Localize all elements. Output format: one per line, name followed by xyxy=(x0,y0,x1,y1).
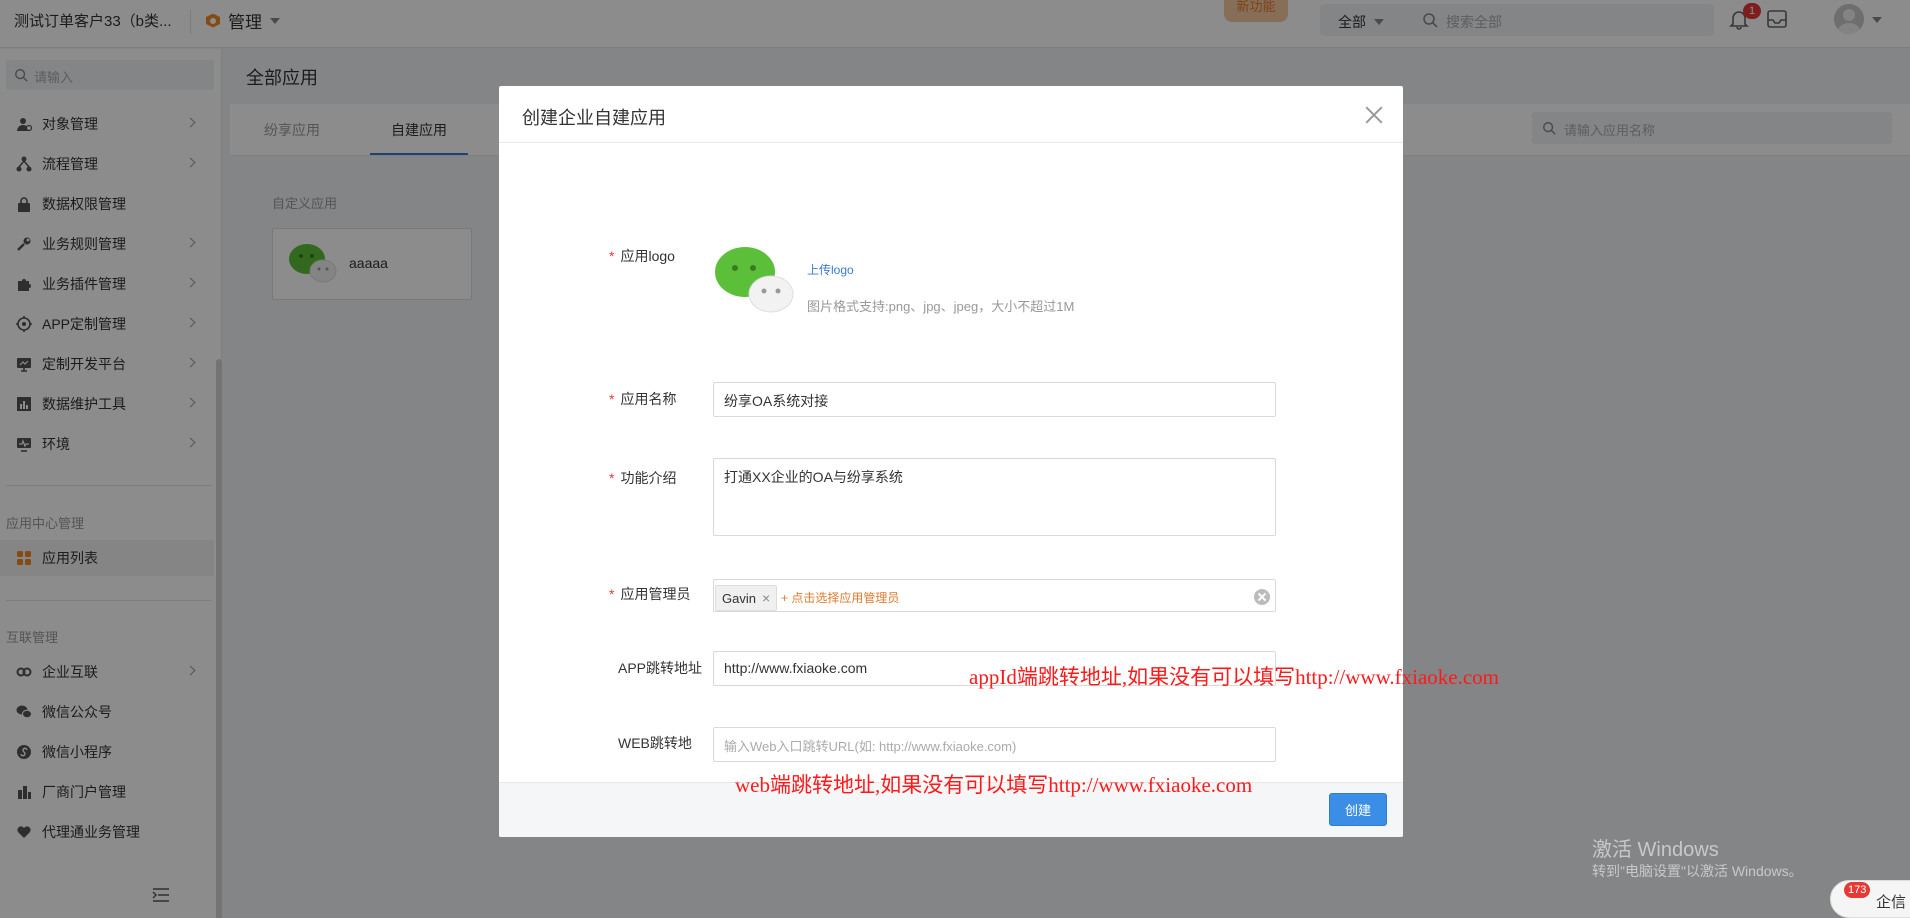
chat-unread-badge: 173 xyxy=(1844,882,1871,898)
app-url-label: APP跳转地址 xyxy=(618,660,703,676)
description-textarea[interactable]: 打通XX企业的OA与纷享系统 xyxy=(713,458,1276,536)
web-url-input[interactable]: 输入Web入口跳转URL(如: http://www.fxiaoke.com) xyxy=(713,727,1276,762)
upload-logo-link[interactable]: 上传logo xyxy=(807,261,854,278)
logo-format-hint: 图片格式支持:png、jpg、jpeg，大小不超过1M xyxy=(807,299,1075,314)
create-button[interactable]: 创建 xyxy=(1329,793,1387,826)
required-mark: * xyxy=(609,586,615,602)
close-icon[interactable] xyxy=(1363,104,1385,126)
web-url-label: WEB跳转地 xyxy=(618,735,692,751)
windows-watermark-subtitle: 转到"电脑设置"以激活 Windows。 xyxy=(1592,863,1803,879)
tag-remove-icon[interactable]: × xyxy=(762,590,770,606)
description-label: * 功能介绍 xyxy=(609,468,676,488)
logo-label: * 应用logo xyxy=(609,246,675,266)
required-mark: * xyxy=(609,470,615,486)
admin-tag: Gavin × xyxy=(715,585,778,611)
admin-label-text: 应用管理员 xyxy=(620,586,691,602)
logo-label-text: 应用logo xyxy=(620,248,675,264)
app-name-label: * 应用名称 xyxy=(609,389,676,409)
required-mark: * xyxy=(609,248,615,264)
modal-title: 创建企业自建应用 xyxy=(522,108,666,128)
clear-icon[interactable] xyxy=(1254,589,1270,605)
windows-watermark-title: 激活 Windows xyxy=(1592,839,1719,861)
admin-label: * 应用管理员 xyxy=(609,584,690,604)
create-app-modal: 创建企业自建应用 * 应用logo 上传logo 图片格式支持:png、jpg、j… xyxy=(499,86,1403,837)
app-name-label-text: 应用名称 xyxy=(620,391,677,407)
app-url-annotation: appId端跳转地址,如果没有可以填写http://www.fxiaoke.co… xyxy=(969,665,1499,689)
admin-tag-label: Gavin xyxy=(722,590,756,606)
description-label-text: 功能介绍 xyxy=(620,470,677,486)
web-url-annotation: web端跳转地址,如果没有可以填写http://www.fxiaoke.com xyxy=(735,773,1253,797)
modal-header: 创建企业自建应用 xyxy=(499,86,1403,143)
add-admin-link[interactable]: + 点击选择应用管理员 xyxy=(781,589,899,606)
chat-label: 企信 xyxy=(1876,894,1907,911)
app-name-input[interactable]: 纷享OA系统对接 xyxy=(713,382,1276,417)
required-mark: * xyxy=(609,391,615,407)
wechat-logo-preview xyxy=(715,247,794,313)
